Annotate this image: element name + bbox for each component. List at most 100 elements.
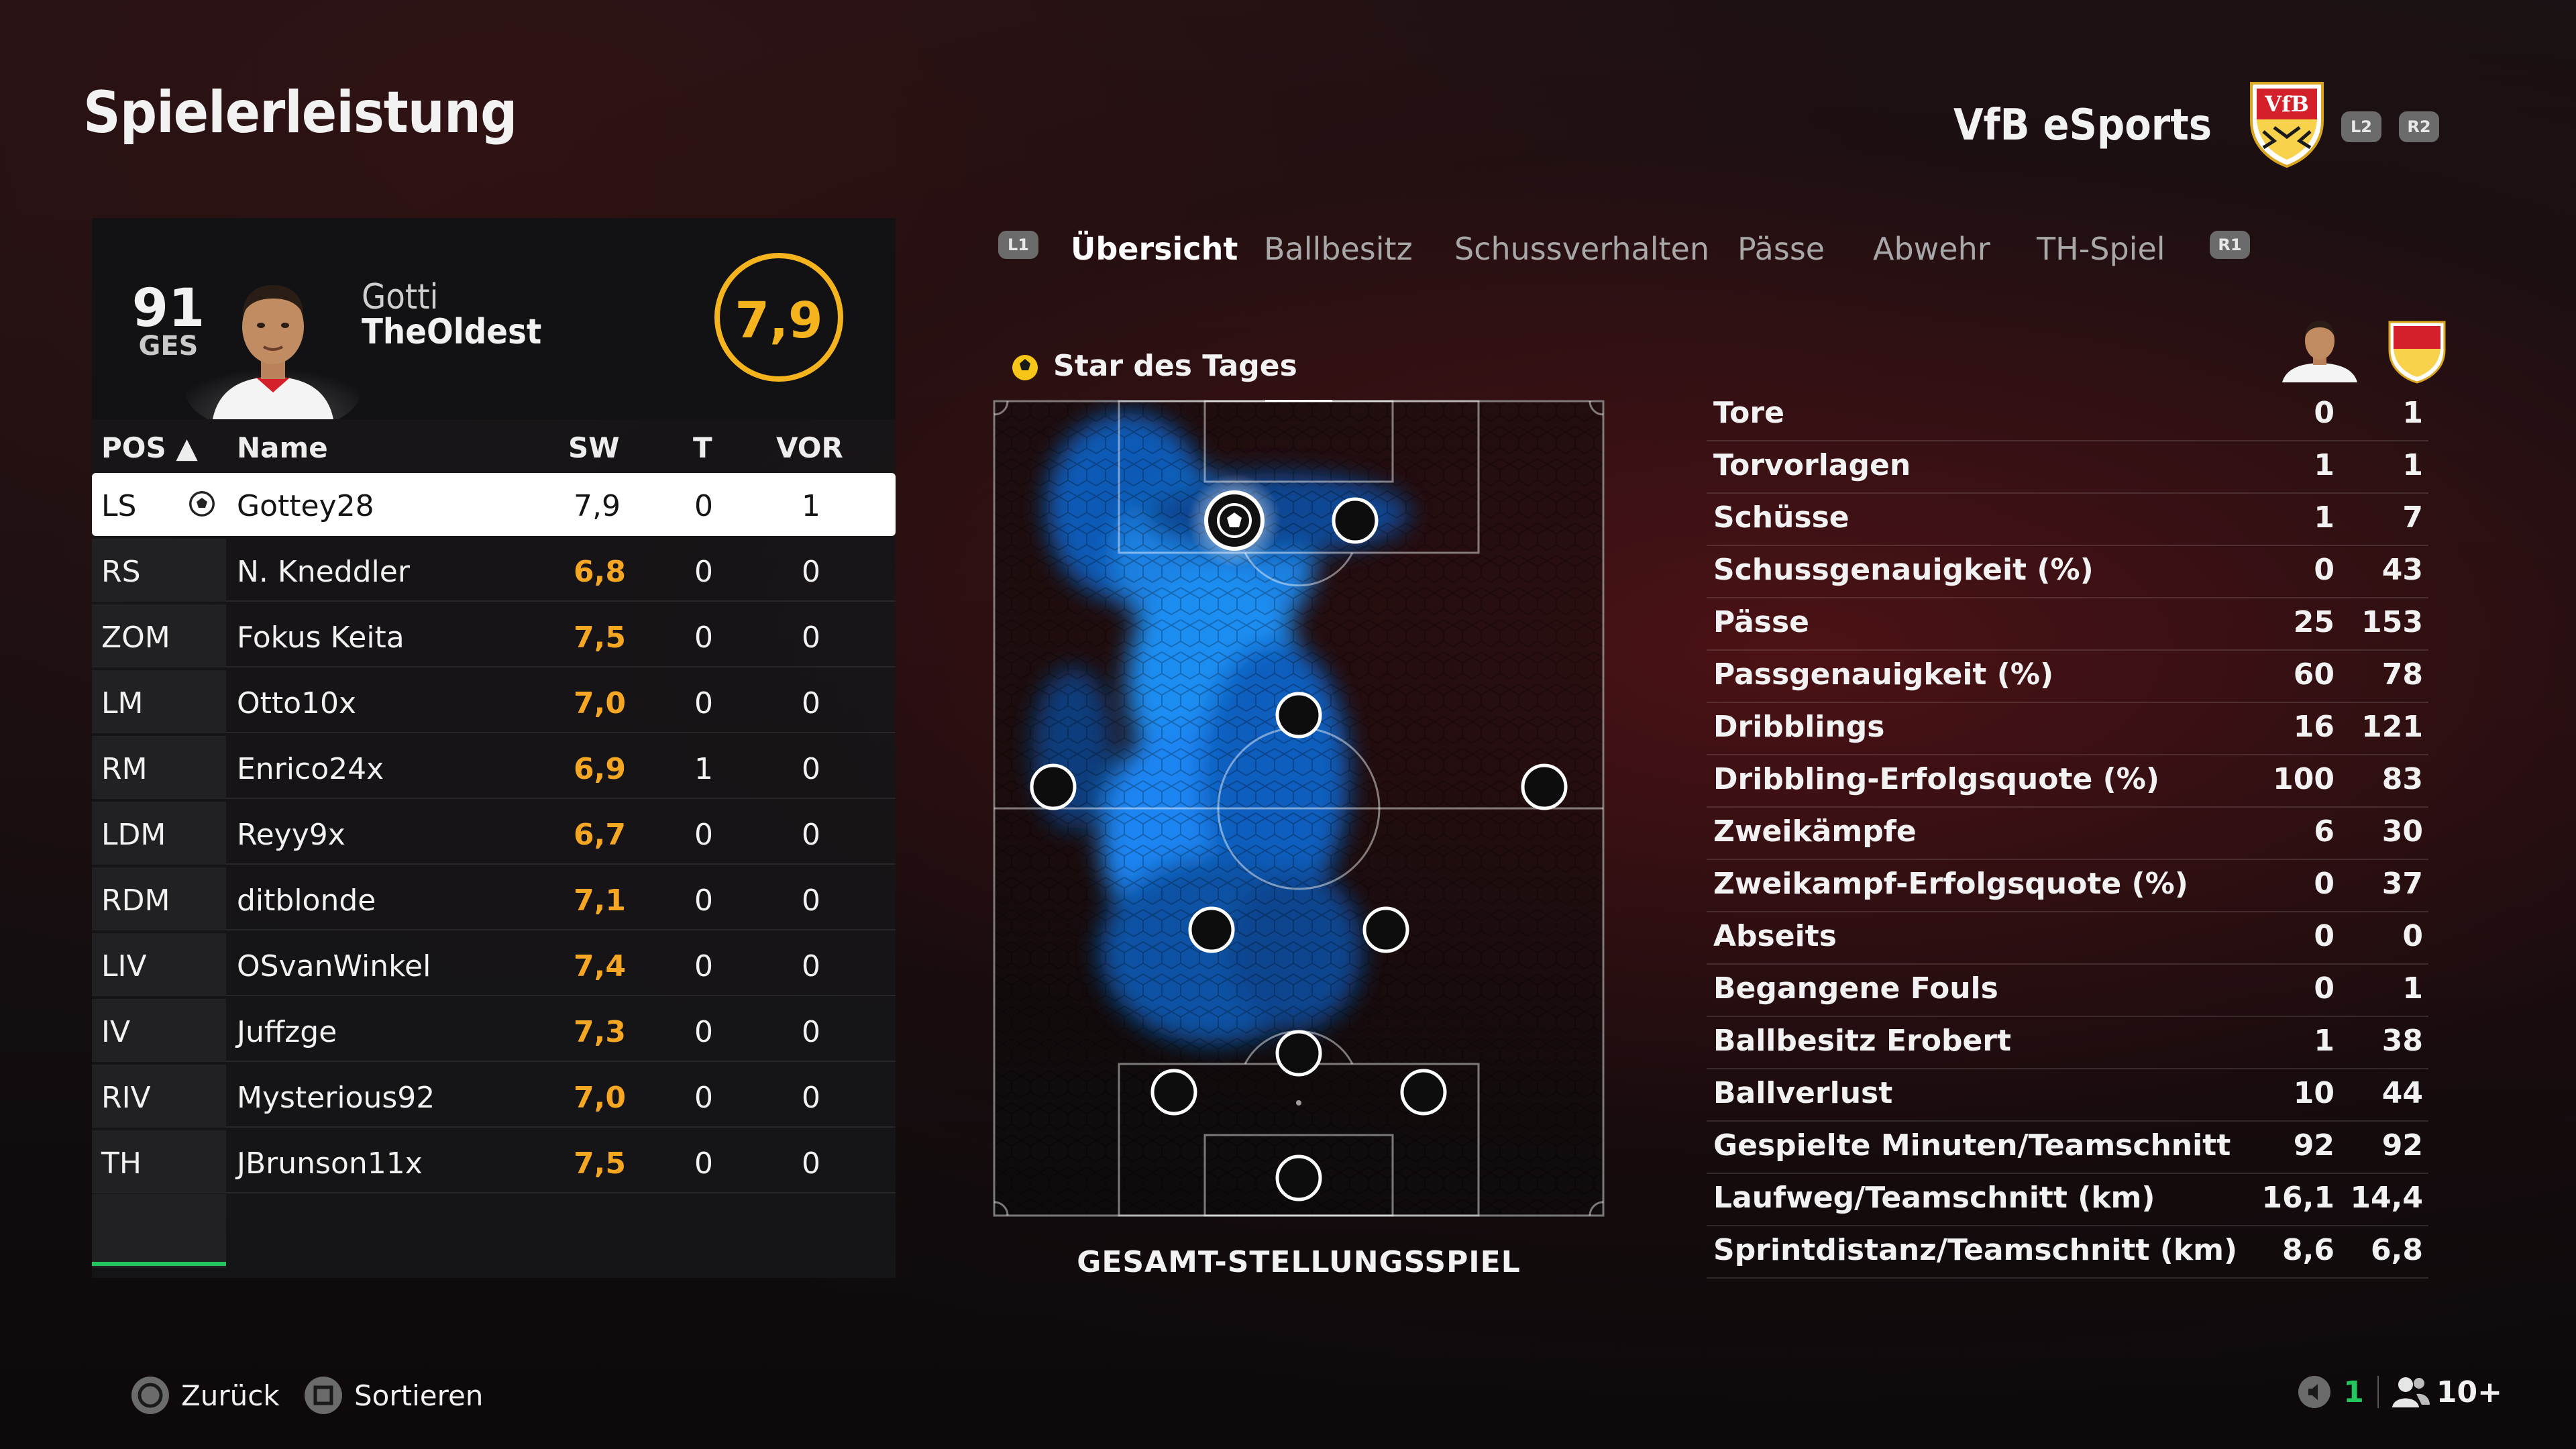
column-assists[interactable]: VOR — [776, 431, 843, 464]
stat-row: Ballbesitz Erobert 1 38 — [1707, 1017, 2428, 1069]
sort-button[interactable]: Sortieren — [302, 1374, 483, 1417]
row-name: OSvanWinkel — [237, 949, 431, 983]
tab-uebersicht[interactable]: Übersicht — [1071, 231, 1238, 267]
stat-row: Ballverlust 10 44 — [1707, 1069, 2428, 1122]
table-row[interactable]: IV Juffzge 7,3 0 0 — [92, 999, 896, 1062]
row-pos: RDM — [101, 883, 170, 918]
row-assists: 0 — [802, 818, 820, 852]
tab-abwehr[interactable]: Abwehr — [1873, 231, 1990, 267]
stat-team-value: 14,4 — [2350, 1181, 2423, 1215]
stat-label: Laufweg/Teamschnitt (km) — [1713, 1181, 2155, 1215]
table-row[interactable]: RDM ditblonde 7,1 0 0 — [92, 867, 896, 930]
table-row[interactable]: RM Enrico24x 6,9 1 0 — [92, 736, 896, 799]
table-row[interactable]: RS N. Kneddler 6,8 0 0 — [92, 539, 896, 602]
row-pos: RS — [101, 555, 141, 589]
star-of-the-day-icon — [1012, 355, 1038, 380]
stat-player-value: 0 — [2314, 971, 2334, 1006]
team-name: VfB eSports — [1953, 101, 2212, 150]
table-row[interactable]: ZOM Fokus Keita 7,5 0 0 — [92, 604, 896, 667]
column-goals[interactable]: T — [693, 431, 712, 464]
table-row[interactable]: LDM Reyy9x 6,7 0 0 — [92, 802, 896, 865]
column-name[interactable]: Name — [237, 431, 328, 464]
row-name: Otto10x — [237, 686, 357, 720]
team-crest-icon: VfB — [2250, 82, 2324, 168]
stat-team-value: 153 — [2361, 605, 2423, 639]
sort-label: Sortieren — [354, 1379, 484, 1412]
row-pos: RIV — [101, 1081, 151, 1115]
row-name: Mysterious92 — [237, 1081, 435, 1115]
player-first-name: Gotti — [362, 277, 439, 317]
stat-row: Schüsse 1 7 — [1707, 494, 2428, 546]
row-assists: 0 — [802, 1015, 820, 1049]
stat-label: Ballbesitz Erobert — [1713, 1024, 2012, 1058]
table-row[interactable]: RIV Mysterious92 7,0 0 0 — [92, 1065, 896, 1128]
stat-team-value: 38 — [2381, 1024, 2423, 1058]
stat-row: Torvorlagen 1 1 — [1707, 441, 2428, 494]
stat-label: Torvorlagen — [1713, 448, 1911, 482]
back-button[interactable]: Zurück — [129, 1374, 280, 1417]
row-goals: 0 — [694, 621, 713, 655]
row-goals: 0 — [694, 489, 713, 523]
table-row[interactable]: LIV OSvanWinkel 7,4 0 0 — [92, 933, 896, 996]
row-name: N. Kneddler — [237, 555, 410, 589]
status-indicators: 1 10+ — [2296, 1374, 2502, 1410]
speaker-icon — [2298, 1376, 2331, 1408]
stat-team-value: 37 — [2381, 867, 2423, 901]
table-row[interactable]: TH JBrunson11x 7,5 0 0 — [92, 1130, 896, 1193]
row-goals: 0 — [694, 818, 713, 852]
l2-button[interactable]: L2 — [2341, 111, 2381, 142]
l1-button[interactable]: L1 — [998, 231, 1038, 259]
party-count: 1 — [2343, 1375, 2364, 1409]
row-assists: 0 — [802, 949, 820, 983]
column-rating[interactable]: SW — [568, 431, 620, 464]
back-label: Zurück — [181, 1379, 280, 1412]
table-row[interactable]: LS Gottey28 7,9 0 1 — [92, 473, 896, 536]
stat-row: Sprintdistanz/Teamschnitt (km) 8,6 6,8 — [1707, 1226, 2428, 1279]
row-name: Fokus Keita — [237, 621, 405, 655]
stat-row: Passgenauigkeit (%) 60 78 — [1707, 651, 2428, 703]
stat-row: Gespielte Minuten/Teamschnitt 92 92 — [1707, 1122, 2428, 1174]
player-portrait-avatar — [186, 285, 360, 419]
stat-team-value: 6,8 — [2371, 1233, 2423, 1267]
row-pos: IV — [101, 1015, 131, 1049]
stat-player-value: 0 — [2314, 396, 2334, 430]
row-rating: 7,5 — [574, 1146, 626, 1181]
row-rating: 7,9 — [574, 489, 621, 523]
stat-team-value: 1 — [2402, 971, 2423, 1006]
scroll-indicator — [92, 1262, 226, 1266]
row-assists: 0 — [802, 883, 820, 918]
table-row[interactable]: LM Otto10x 7,0 0 0 — [92, 670, 896, 733]
stat-player-value: 1 — [2314, 1024, 2334, 1058]
row-goals: 0 — [694, 555, 713, 589]
stat-team-value: 43 — [2381, 553, 2423, 587]
tab-paesse[interactable]: Pässe — [1737, 231, 1825, 267]
r2-button[interactable]: R2 — [2399, 111, 2439, 142]
row-name: Juffzge — [237, 1015, 337, 1049]
stat-player-value: 100 — [2273, 762, 2334, 796]
row-goals: 0 — [694, 1146, 713, 1181]
player-list-panel: 91 GES Gotti TheOldest 7,9 POS ▲ Name SW… — [92, 218, 896, 1278]
stat-label: Gespielte Minuten/Teamschnitt — [1713, 1128, 2231, 1163]
row-rating: 7,0 — [574, 1081, 626, 1115]
row-goals: 1 — [694, 752, 713, 786]
stat-player-value: 1 — [2314, 500, 2334, 535]
stat-label: Dribblings — [1713, 710, 1885, 744]
tab-th-spiel[interactable]: TH-Spiel — [2037, 231, 2165, 267]
row-assists: 0 — [802, 686, 820, 720]
stat-label: Schussgenauigkeit (%) — [1713, 553, 2094, 587]
row-rating: 6,9 — [574, 752, 626, 786]
stat-row: Pässe 25 153 — [1707, 598, 2428, 651]
tab-ballbesitz[interactable]: Ballbesitz — [1264, 231, 1413, 267]
row-assists: 0 — [802, 1146, 820, 1181]
stat-label: Begangene Fouls — [1713, 971, 1998, 1006]
row-rating: 7,3 — [574, 1015, 626, 1049]
tab-schussverhalten[interactable]: Schussverhalten — [1454, 231, 1709, 267]
r1-button[interactable]: R1 — [2210, 231, 2250, 259]
square-button-icon — [305, 1377, 342, 1414]
row-goals: 0 — [694, 1081, 713, 1115]
row-pos: LDM — [101, 818, 166, 852]
stat-row: Zweikampf-Erfolgsquote (%) 0 37 — [1707, 860, 2428, 912]
column-pos[interactable]: POS ▲ — [101, 431, 198, 464]
row-rating: 7,0 — [574, 686, 626, 720]
player-last-name: TheOldest — [362, 312, 542, 352]
